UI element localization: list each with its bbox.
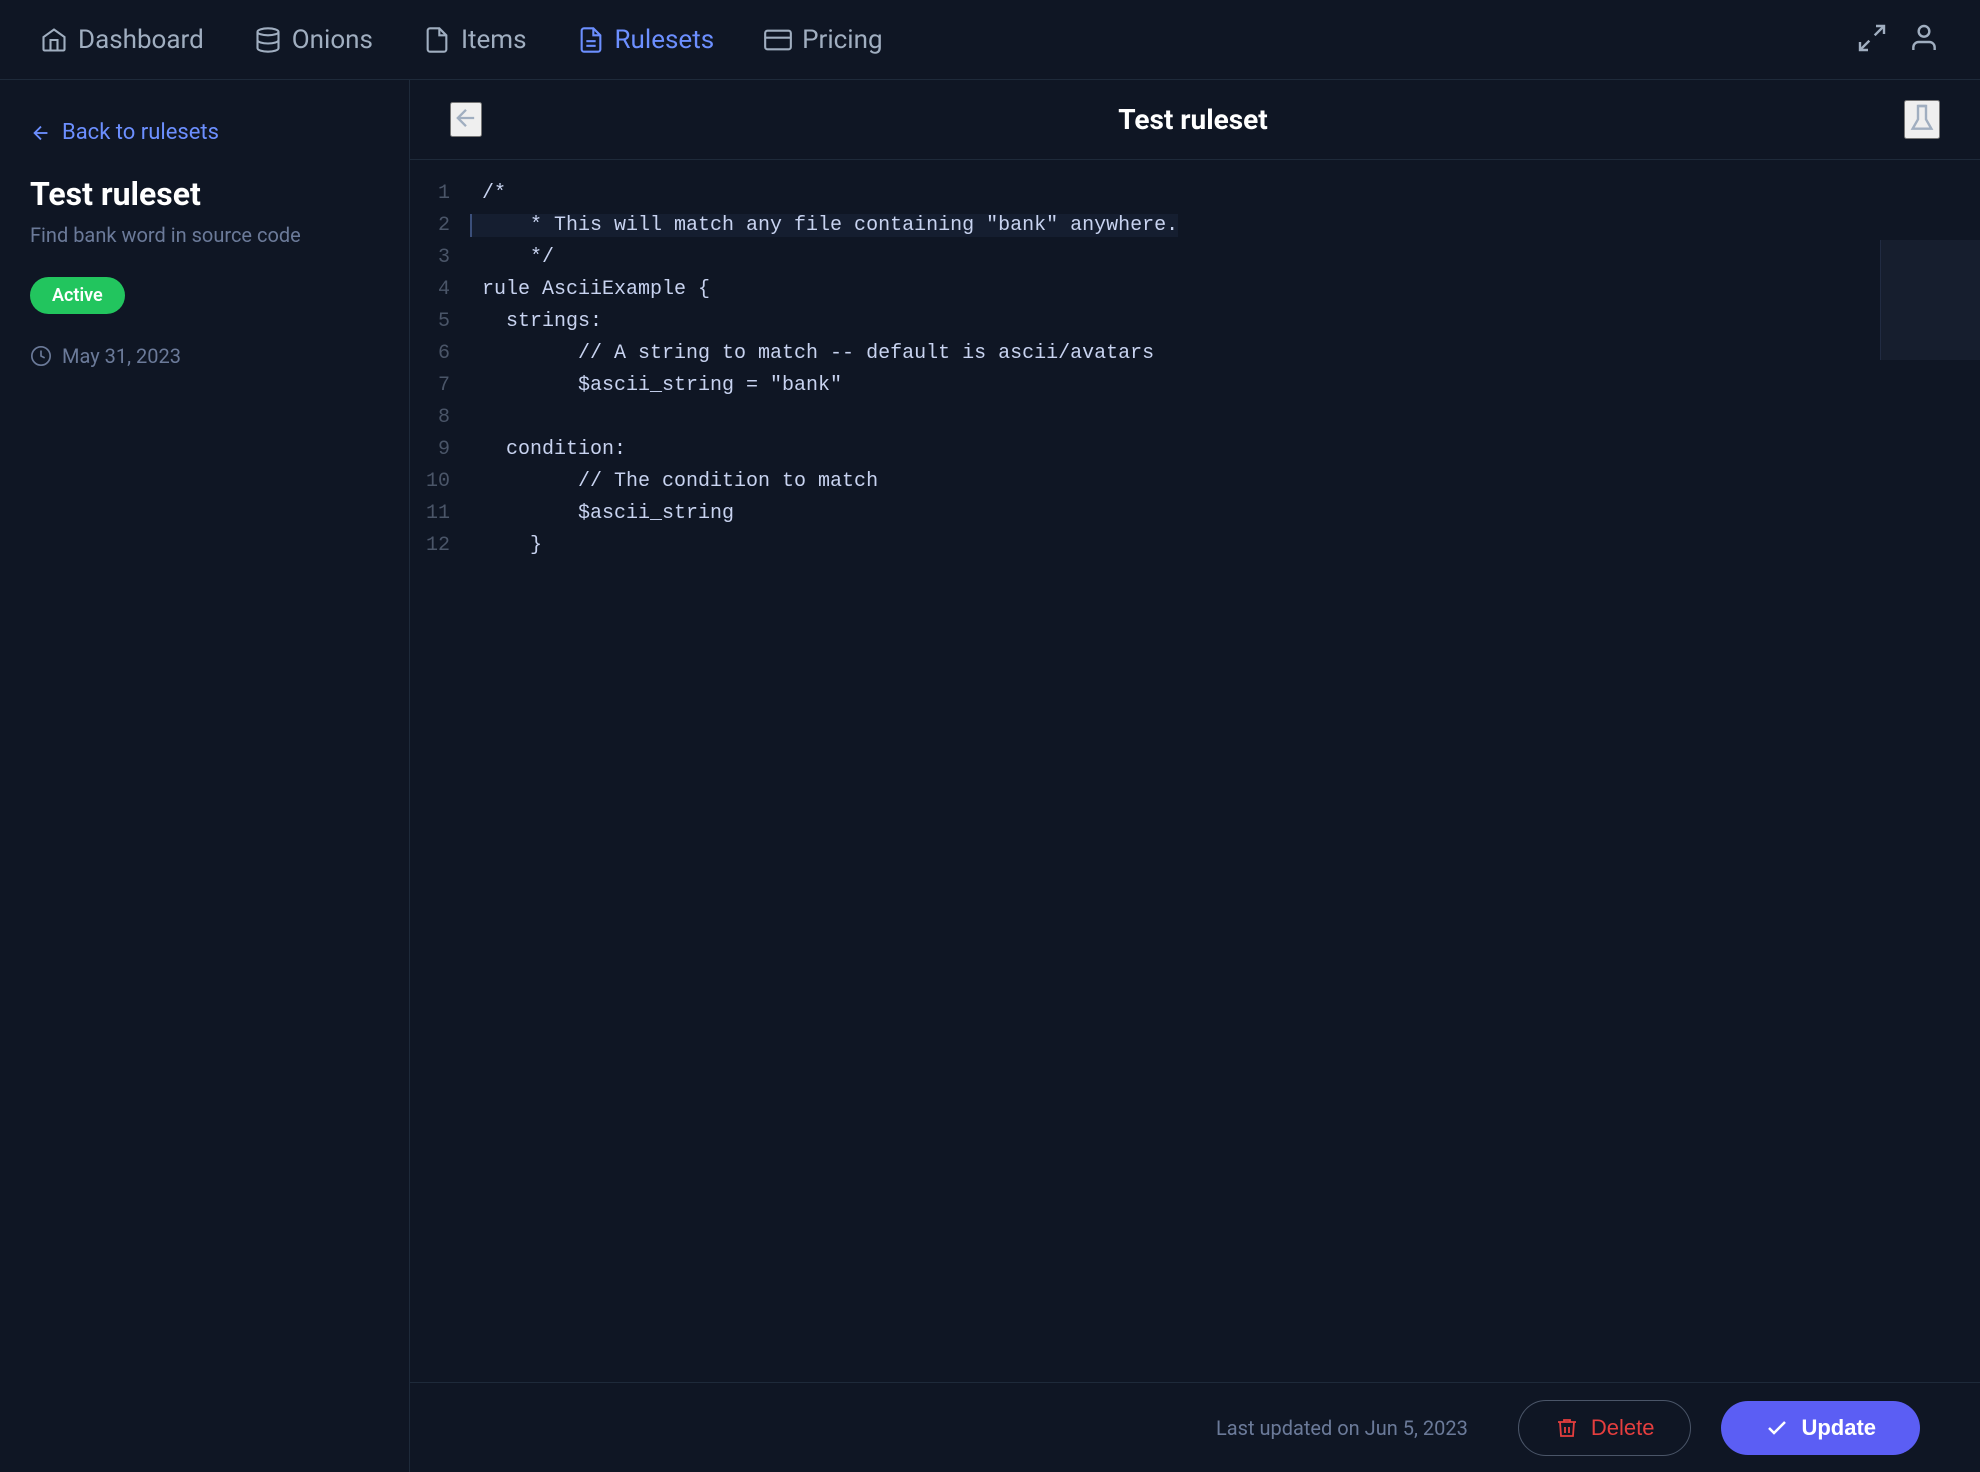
fullscreen-button[interactable]	[1856, 22, 1888, 58]
nav-left: Dashboard Onions Items Rul	[40, 25, 883, 55]
navbar: Dashboard Onions Items Rul	[0, 0, 1980, 80]
line-number: 11	[410, 502, 470, 525]
code-editor[interactable]: 1/*2 * This will match any file containi…	[410, 160, 1980, 1382]
line-number: 2	[410, 214, 470, 237]
test-ruleset-button[interactable]	[1904, 100, 1940, 139]
sidebar: Back to rulesets Test ruleset Find bank …	[0, 80, 410, 1472]
credit-card-icon	[764, 26, 792, 54]
line-content: */	[470, 246, 554, 269]
nav-onions[interactable]: Onions	[254, 25, 373, 55]
table-row: 1/*	[410, 180, 1980, 212]
table-row: 6 // A string to match -- default is asc…	[410, 340, 1980, 372]
update-label: Update	[1801, 1415, 1876, 1441]
delete-button[interactable]: Delete	[1518, 1400, 1692, 1456]
arrow-left-icon	[30, 122, 52, 144]
ruleset-description: Find bank word in source code	[30, 223, 379, 247]
database-icon	[254, 26, 282, 54]
line-content: condition:	[470, 438, 626, 461]
table-row: 12 }	[410, 532, 1980, 564]
onions-label: Onions	[292, 25, 373, 55]
line-number: 6	[410, 342, 470, 365]
items-label: Items	[461, 25, 527, 55]
dashboard-label: Dashboard	[78, 25, 204, 55]
content-header: Test ruleset	[410, 80, 1980, 160]
nav-items[interactable]: Items	[423, 25, 527, 55]
rulesets-label: Rulesets	[615, 25, 715, 55]
user-icon	[1908, 22, 1940, 54]
table-row: 8	[410, 404, 1980, 436]
line-content: $ascii_string	[470, 502, 734, 525]
home-icon	[40, 26, 68, 54]
clock-icon	[30, 345, 52, 367]
line-number: 4	[410, 278, 470, 301]
trash-icon	[1555, 1416, 1579, 1440]
code-lines: 1/*2 * This will match any file containi…	[410, 180, 1980, 564]
fullscreen-icon	[1856, 22, 1888, 54]
table-row: 10 // The condition to match	[410, 468, 1980, 500]
line-content: $ascii_string = "bank"	[470, 374, 842, 397]
line-number: 3	[410, 246, 470, 269]
main-layout: Back to rulesets Test ruleset Find bank …	[0, 80, 1980, 1472]
flask-icon	[1906, 102, 1938, 134]
delete-label: Delete	[1591, 1415, 1655, 1441]
minimap	[1880, 240, 1980, 360]
table-row: 7 $ascii_string = "bank"	[410, 372, 1980, 404]
file-icon	[423, 26, 451, 54]
content-area: Test ruleset 1/*2 * This will match any …	[410, 80, 1980, 1472]
back-arrow-icon	[452, 104, 480, 132]
content-footer: Last updated on Jun 5, 2023 Delete Updat…	[410, 1382, 1980, 1472]
date-row: May 31, 2023	[30, 344, 379, 368]
table-row: 2 * This will match any file containing …	[410, 212, 1980, 244]
ruleset-title: Test ruleset	[30, 175, 379, 213]
update-button[interactable]: Update	[1721, 1401, 1920, 1455]
line-number: 7	[410, 374, 470, 397]
line-number: 10	[410, 470, 470, 493]
back-to-rulesets-link[interactable]: Back to rulesets	[30, 120, 379, 145]
check-icon	[1765, 1416, 1789, 1440]
line-content: /*	[470, 182, 506, 205]
last-updated-text: Last updated on Jun 5, 2023	[1216, 1416, 1468, 1440]
table-row: 3 */	[410, 244, 1980, 276]
content-back-button[interactable]	[450, 102, 482, 137]
line-content: * This will match any file containing "b…	[470, 214, 1178, 237]
nav-dashboard[interactable]: Dashboard	[40, 25, 204, 55]
status-badge: Active	[30, 277, 125, 314]
pricing-label: Pricing	[802, 25, 882, 55]
line-content: rule AsciiExample {	[470, 278, 710, 301]
line-number: 12	[410, 534, 470, 557]
nav-pricing[interactable]: Pricing	[764, 25, 882, 55]
table-row: 4rule AsciiExample {	[410, 276, 1980, 308]
content-title: Test ruleset	[1118, 103, 1267, 136]
line-number: 8	[410, 406, 470, 429]
nav-right	[1856, 22, 1940, 58]
user-profile-button[interactable]	[1908, 22, 1940, 58]
date-label: May 31, 2023	[62, 344, 181, 368]
line-number: 9	[410, 438, 470, 461]
back-label: Back to rulesets	[62, 120, 219, 145]
line-number: 1	[410, 182, 470, 205]
line-number: 5	[410, 310, 470, 333]
table-row: 5 strings:	[410, 308, 1980, 340]
line-content: // The condition to match	[470, 470, 878, 493]
line-content: }	[470, 534, 542, 557]
table-row: 11 $ascii_string	[410, 500, 1980, 532]
line-content: // A string to match -- default is ascii…	[470, 342, 1154, 365]
line-content: strings:	[470, 310, 602, 333]
document-icon	[577, 26, 605, 54]
table-row: 9 condition:	[410, 436, 1980, 468]
nav-rulesets[interactable]: Rulesets	[577, 25, 715, 55]
